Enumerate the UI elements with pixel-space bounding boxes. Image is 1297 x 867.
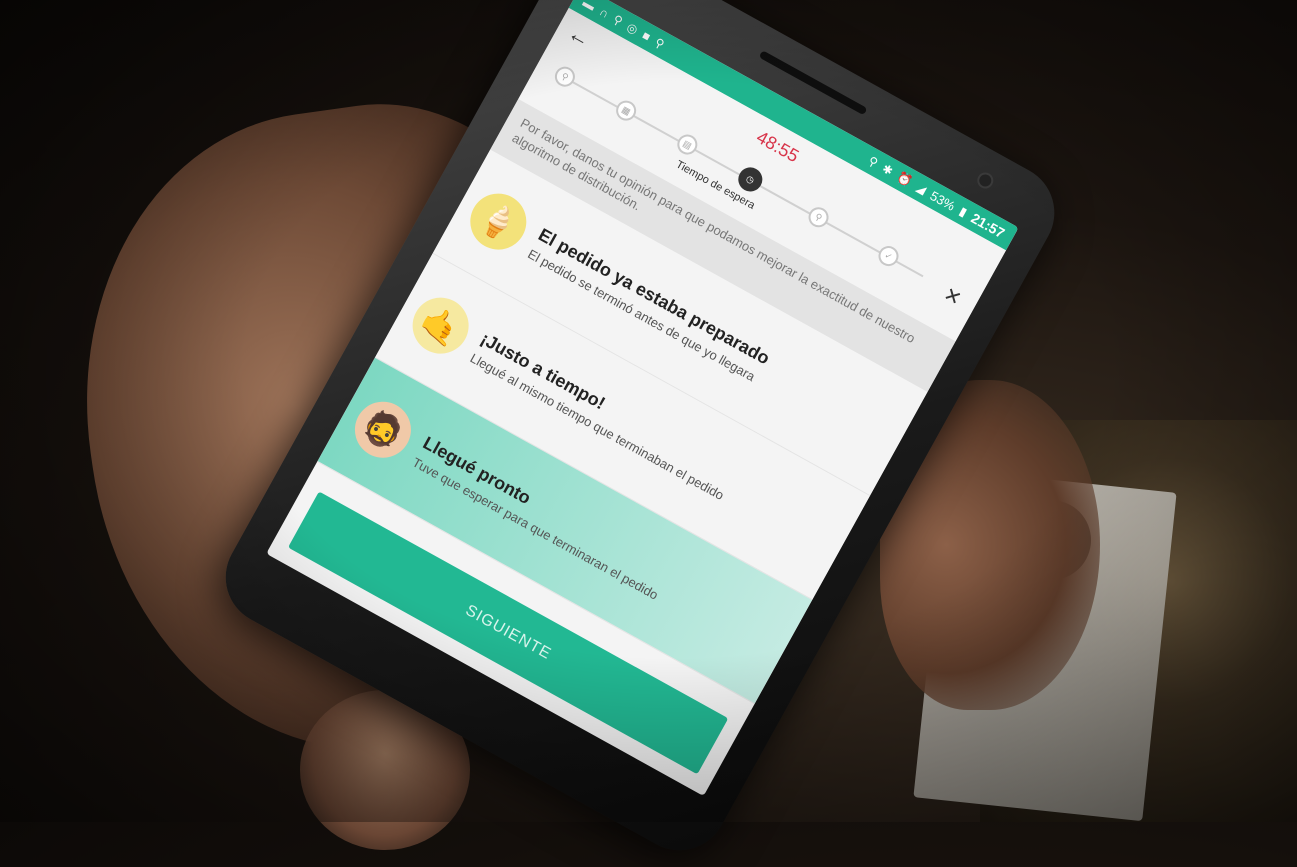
camera-icon: [974, 169, 997, 192]
ice-cream-icon: 🍦: [460, 183, 537, 260]
step-store-icon: ▦: [612, 97, 640, 125]
arrow-left-icon[interactable]: ←: [563, 20, 595, 53]
chat-icon: ▬: [580, 0, 598, 14]
step-location-icon: ⚲: [551, 63, 579, 91]
note-icon: ■: [639, 28, 653, 44]
step-bag-icon: ▤: [673, 130, 701, 159]
step-check-icon: ✓: [874, 242, 903, 270]
location-icon: ⚲: [610, 12, 626, 29]
alarm-icon: ⏰: [894, 169, 915, 189]
bluetooth-icon: ✱: [879, 161, 896, 179]
waiting-person-icon: 🧔: [344, 391, 421, 468]
headphones-icon: ∩: [597, 4, 612, 21]
location-icon: ⚲: [652, 35, 667, 52]
signal-icon: ◢: [913, 180, 929, 197]
whatsapp-icon: ◎: [624, 19, 641, 38]
close-icon[interactable]: ✕: [939, 282, 966, 312]
location-icon: ⚲: [865, 153, 881, 171]
hand-gesture-icon: 🤙: [402, 287, 479, 364]
step-pin-icon: ⚲: [804, 203, 833, 231]
battery-icon: ▮: [956, 204, 970, 220]
